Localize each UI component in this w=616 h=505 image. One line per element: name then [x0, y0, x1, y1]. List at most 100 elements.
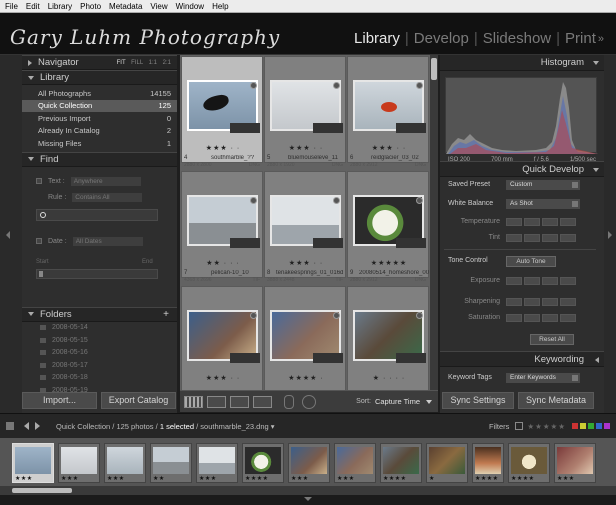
rotate-icon[interactable]: [416, 312, 423, 319]
date-range-slider[interactable]: [36, 268, 158, 279]
step-button[interactable]: [506, 218, 522, 226]
date-filter-checkbox[interactable]: [36, 238, 42, 244]
library-item-missing-files[interactable]: Missing Files 1: [22, 137, 177, 150]
find-search-input[interactable]: [36, 208, 158, 221]
collapse-right-icon[interactable]: [608, 231, 612, 239]
rating-stars[interactable]: ★★★ · ·: [182, 144, 264, 152]
slider-handle[interactable]: [39, 270, 43, 277]
rating-stars[interactable]: ★★★ · ·: [265, 259, 347, 267]
sync-metadata-button[interactable]: Sync Metadata: [518, 392, 594, 409]
step-button[interactable]: [560, 277, 576, 285]
grid-cell[interactable]: ★★★ · ·: [264, 171, 346, 278]
folder-item[interactable]: 2008-05-18: [22, 372, 177, 385]
filmstrip-thumb[interactable]: ★★★: [104, 443, 146, 483]
grid-cell[interactable]: ★ · · · ·: [347, 286, 429, 390]
grid-cell[interactable]: ★★★ · ·: [347, 56, 429, 163]
add-folder-icon[interactable]: +: [163, 309, 169, 320]
keyword-tags-select[interactable]: Enter Keywords: [506, 373, 580, 383]
sync-settings-button[interactable]: Sync Settings: [442, 392, 514, 409]
grid-scrollbar[interactable]: [430, 55, 438, 390]
library-item-previous-import[interactable]: Previous Import 0: [22, 112, 177, 125]
zoom-fill[interactable]: FILL: [131, 60, 143, 66]
left-edge[interactable]: [0, 55, 22, 413]
flag-filter-icon[interactable]: [515, 422, 524, 430]
filmstrip-thumb[interactable]: ★★★: [196, 443, 238, 483]
step-button[interactable]: [542, 298, 558, 306]
rating-stars[interactable]: ★★★★ ·: [265, 374, 347, 382]
step-button[interactable]: [524, 218, 540, 226]
zoom-1-1[interactable]: 1:1: [149, 60, 157, 66]
filmstrip-thumb[interactable]: ★★★: [554, 443, 596, 483]
grid-cell[interactable]: ★★★ · ·: [181, 56, 263, 163]
folder-item[interactable]: 2008-05-14: [22, 322, 177, 335]
filmstrip-thumb[interactable]: ★★★: [334, 443, 376, 483]
menu-edit[interactable]: Edit: [26, 2, 40, 11]
tint-steppers[interactable]: [506, 234, 578, 242]
compare-view-icon[interactable]: [230, 395, 249, 408]
scrollbar-thumb[interactable]: [12, 488, 72, 493]
keywording-header[interactable]: Keywording: [440, 351, 604, 367]
find-header[interactable]: Find: [22, 151, 177, 167]
step-button[interactable]: [542, 277, 558, 285]
rotate-icon[interactable]: [333, 197, 340, 204]
grid-cell[interactable]: ★★★ · ·: [181, 286, 263, 390]
folder-item[interactable]: 2008-05-17: [22, 359, 177, 372]
filmstrip-thumb[interactable]: ★: [426, 443, 468, 483]
exposure-steppers[interactable]: [506, 277, 578, 285]
menu-file[interactable]: File: [5, 2, 18, 11]
breadcrumb[interactable]: Quick Collection / 125 photos / 1 select…: [56, 422, 275, 431]
step-button[interactable]: [506, 234, 522, 242]
step-button[interactable]: [542, 314, 558, 322]
library-item-all-photographs[interactable]: All Photographs 14155: [22, 87, 177, 100]
right-edge[interactable]: [604, 55, 616, 413]
sharpening-steppers[interactable]: [506, 298, 578, 306]
step-button[interactable]: [560, 314, 576, 322]
green-label-filter[interactable]: [588, 423, 594, 429]
step-button[interactable]: [506, 314, 522, 322]
window-icon[interactable]: [6, 422, 14, 430]
temperature-steppers[interactable]: [506, 218, 578, 226]
grid-cell[interactable]: ★★★★★: [347, 171, 429, 278]
auto-tone-button[interactable]: Auto Tone: [506, 256, 556, 267]
star-filter[interactable]: ★★★★★: [527, 422, 566, 431]
filmstrip-thumb[interactable]: ★★★★: [508, 443, 550, 483]
folder-item[interactable]: 2008-05-15: [22, 334, 177, 347]
step-button[interactable]: [542, 218, 558, 226]
histogram-header[interactable]: Histogram: [440, 55, 604, 71]
step-button[interactable]: [506, 277, 522, 285]
folders-header[interactable]: Folders +: [22, 306, 177, 322]
zoom-fit[interactable]: FIT: [117, 60, 126, 66]
filmstrip-thumb[interactable]: ★★★★: [380, 443, 422, 483]
step-button[interactable]: [524, 234, 540, 242]
step-button[interactable]: [560, 218, 576, 226]
rotate-icon[interactable]: [250, 312, 257, 319]
menu-metadata[interactable]: Metadata: [109, 2, 142, 11]
painter-icon[interactable]: [284, 394, 294, 409]
rotate-icon[interactable]: [333, 82, 340, 89]
blue-label-filter[interactable]: [596, 423, 602, 429]
navigator-header[interactable]: Navigator FIT FILL 1:1 2:1: [22, 55, 177, 70]
library-item-already-in-catalog[interactable]: Already In Catalog 2: [22, 125, 177, 138]
saved-preset-select[interactable]: Custom: [506, 180, 580, 190]
grid-cell[interactable]: ★★ · · ·: [181, 171, 263, 278]
rotate-icon[interactable]: [302, 394, 316, 409]
sort-select[interactable]: Capture Time: [375, 397, 420, 406]
filmstrip-thumb[interactable]: ★★★★: [242, 443, 284, 483]
text-filter-checkbox[interactable]: [36, 178, 42, 184]
rating-stars[interactable]: ★★★ · ·: [182, 374, 264, 382]
filmstrip-thumb[interactable]: ★★: [150, 443, 192, 483]
rotate-icon[interactable]: [333, 312, 340, 319]
filmstrip-thumb[interactable]: ★★★: [12, 443, 54, 483]
step-button[interactable]: [524, 277, 540, 285]
rating-stars[interactable]: ★★★ · ·: [265, 144, 347, 152]
module-develop[interactable]: Develop: [414, 30, 469, 47]
bottom-edge[interactable]: [0, 495, 616, 505]
step-button[interactable]: [524, 314, 540, 322]
loupe-view-icon[interactable]: [207, 395, 226, 408]
rating-stars[interactable]: ★★★★★: [348, 259, 430, 267]
back-arrow-icon[interactable]: [24, 422, 29, 430]
quick-develop-header[interactable]: Quick Develop: [440, 161, 604, 177]
step-button[interactable]: [524, 298, 540, 306]
library-item-quick-collection[interactable]: Quick Collection 125: [22, 99, 177, 112]
filmstrip-scrollbar[interactable]: [0, 486, 616, 495]
